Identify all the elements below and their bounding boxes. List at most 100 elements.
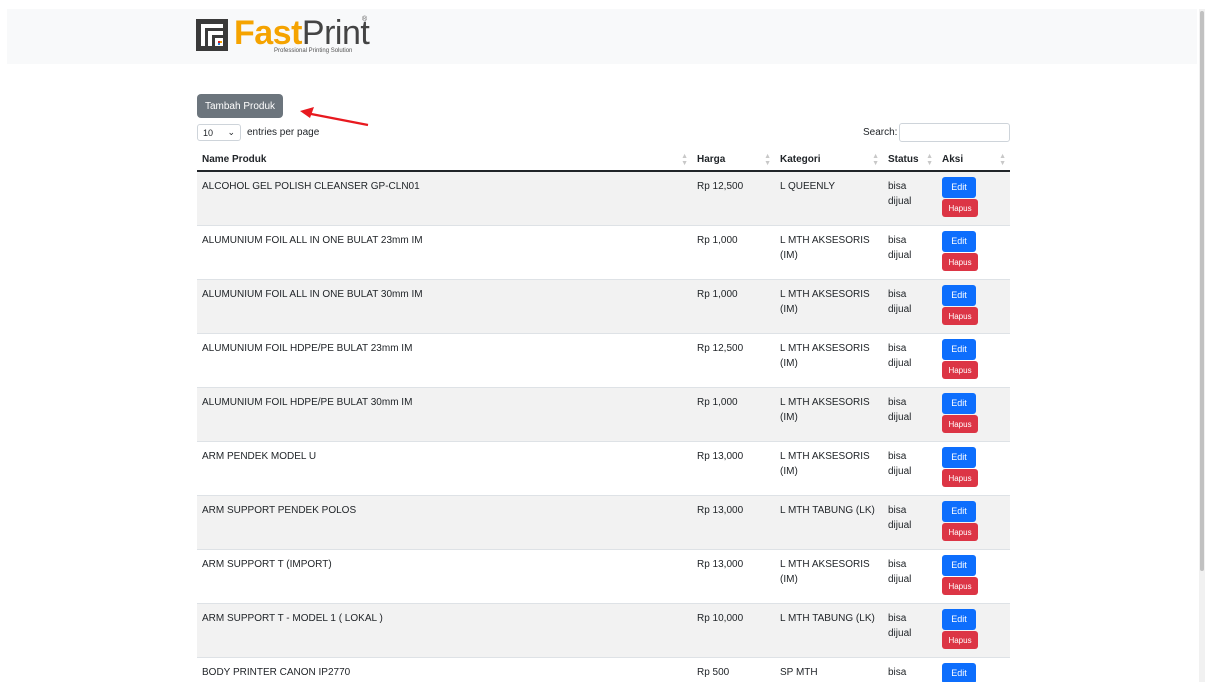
entries-per-page-select[interactable]: 10 ⌄ bbox=[197, 124, 241, 141]
sort-icon: ▲ ▼ bbox=[764, 153, 771, 167]
product-category: L MTH AKSESORIS (IM) bbox=[780, 289, 870, 315]
row-actions: Edit Hapus bbox=[937, 442, 1010, 495]
table-header-row: Name Produk ▲ ▼ Harga ▲ ▼ Kategori ▲ ▼ Stat… bbox=[197, 149, 1010, 172]
product-name: ARM SUPPORT T (IMPORT) bbox=[202, 559, 332, 570]
product-status: bisa dijual bbox=[888, 613, 912, 639]
table-row: ARM PENDEK MODEL U Rp 13,000 L MTH AKSES… bbox=[197, 442, 1010, 496]
edit-button[interactable]: Edit bbox=[942, 555, 976, 576]
edit-button[interactable]: Edit bbox=[942, 285, 976, 306]
product-price: Rp 13,000 bbox=[697, 559, 744, 570]
sort-icon: ▲ ▼ bbox=[872, 153, 879, 167]
column-header-name-label: Name Produk bbox=[202, 154, 267, 165]
length-menu: 10 ⌄ entries per page bbox=[197, 124, 319, 141]
product-status: bisa dijual bbox=[888, 451, 912, 477]
edit-button[interactable]: Edit bbox=[942, 231, 976, 252]
column-header-status[interactable]: Status ▲ ▼ bbox=[883, 149, 937, 170]
product-category: L MTH TABUNG (LK) bbox=[780, 613, 875, 624]
product-category: SP MTH SPAREPART bbox=[780, 667, 818, 678]
table-row: ALUMUNIUM FOIL HDPE/PE BULAT 23mm IM Rp … bbox=[197, 334, 1010, 388]
product-name: ARM SUPPORT T - MODEL 1 ( LOKAL ) bbox=[202, 613, 383, 624]
entries-per-page-value: 10 bbox=[203, 127, 214, 138]
column-header-category[interactable]: Kategori ▲ ▼ bbox=[775, 149, 883, 170]
product-category: L MTH AKSESORIS (IM) bbox=[780, 343, 870, 369]
product-status: bisa dijual bbox=[888, 397, 912, 423]
product-category: L MTH AKSESORIS (IM) bbox=[780, 559, 870, 585]
delete-button[interactable]: Hapus bbox=[942, 253, 978, 271]
product-category: L QUEENLY bbox=[780, 181, 836, 192]
product-price: Rp 1,000 bbox=[697, 289, 738, 300]
delete-button[interactable]: Hapus bbox=[942, 577, 978, 595]
column-header-actions-label: Aksi bbox=[942, 154, 964, 165]
delete-button[interactable]: Hapus bbox=[942, 199, 978, 217]
product-name: ALUMUNIUM FOIL ALL IN ONE BULAT 30mm IM bbox=[202, 289, 423, 300]
edit-button[interactable]: Edit bbox=[942, 177, 976, 198]
product-name: ARM PENDEK MODEL U bbox=[202, 451, 317, 462]
table-row: ALCOHOL GEL POLISH CLEANSER GP-CLN01 Rp … bbox=[197, 172, 1010, 226]
product-category: L MTH TABUNG (LK) bbox=[780, 505, 875, 516]
fastprint-logo-icon bbox=[196, 19, 228, 51]
edit-button[interactable]: Edit bbox=[942, 393, 976, 414]
product-name: BODY PRINTER CANON IP2770 bbox=[202, 667, 351, 678]
delete-button[interactable]: Hapus bbox=[942, 361, 978, 379]
sort-icon: ▲ ▼ bbox=[681, 153, 688, 167]
product-price: Rp 1,000 bbox=[697, 397, 738, 408]
product-status: bisa dijual bbox=[888, 505, 912, 531]
edit-button[interactable]: Edit bbox=[942, 501, 976, 522]
product-name: ALUMUNIUM FOIL HDPE/PE BULAT 30mm IM bbox=[202, 397, 413, 408]
column-header-price-label: Harga bbox=[697, 154, 726, 165]
product-price: Rp 13,000 bbox=[697, 505, 744, 516]
product-status: bisa dijual bbox=[888, 559, 912, 585]
product-category: L MTH AKSESORIS (IM) bbox=[780, 235, 870, 261]
table-row: ALUMUNIUM FOIL HDPE/PE BULAT 30mm IM Rp … bbox=[197, 388, 1010, 442]
product-price: Rp 10,000 bbox=[697, 613, 744, 624]
table-search: Search: bbox=[863, 123, 1011, 142]
brand-print: Print bbox=[301, 14, 370, 52]
search-input[interactable] bbox=[899, 123, 1011, 142]
scrollbar-thumb[interactable] bbox=[1200, 11, 1204, 571]
row-actions: Edit Hapus bbox=[937, 496, 1010, 549]
add-product-button[interactable]: Tambah Produk bbox=[197, 94, 283, 118]
product-name: ARM SUPPORT PENDEK POLOS bbox=[202, 505, 357, 516]
product-status: bisa dijual bbox=[888, 235, 912, 261]
row-actions: Edit Hapus bbox=[937, 226, 1010, 279]
products-table: Name Produk ▲ ▼ Harga ▲ ▼ Kategori ▲ ▼ Stat… bbox=[197, 149, 1010, 682]
edit-button[interactable]: Edit bbox=[942, 609, 976, 630]
edit-button[interactable]: Edit bbox=[942, 663, 976, 682]
edit-button[interactable]: Edit bbox=[942, 447, 976, 468]
chevron-down-icon: ⌄ bbox=[227, 127, 235, 137]
table-row: ARM SUPPORT PENDEK POLOS Rp 13,000 L MTH… bbox=[197, 496, 1010, 550]
product-price: Rp 13,000 bbox=[697, 451, 744, 462]
row-actions: Edit Hapus bbox=[937, 604, 1010, 657]
delete-button[interactable]: Hapus bbox=[942, 307, 978, 325]
page-scrollbar[interactable] bbox=[1199, 9, 1205, 682]
row-actions: Edit Hapus bbox=[937, 280, 1010, 333]
row-actions: Edit Hapus bbox=[937, 172, 1010, 225]
product-name: ALUMUNIUM FOIL HDPE/PE BULAT 23mm IM bbox=[202, 343, 413, 354]
product-name: ALUMUNIUM FOIL ALL IN ONE BULAT 23mm IM bbox=[202, 235, 423, 246]
registered-mark: ® bbox=[362, 16, 368, 23]
sort-icon: ▲ ▼ bbox=[926, 153, 933, 167]
row-actions: Edit Hapus bbox=[937, 550, 1010, 603]
table-row: BODY PRINTER CANON IP2770 Rp 500 SP MTH … bbox=[197, 658, 1010, 682]
table-row: ARM SUPPORT T (IMPORT) Rp 13,000 L MTH A… bbox=[197, 550, 1010, 604]
edit-button[interactable]: Edit bbox=[942, 339, 976, 360]
column-header-status-label: Status bbox=[888, 154, 919, 165]
product-category: L MTH AKSESORIS (IM) bbox=[780, 397, 870, 423]
table-row: ALUMUNIUM FOIL ALL IN ONE BULAT 23mm IM … bbox=[197, 226, 1010, 280]
delete-button[interactable]: Hapus bbox=[942, 415, 978, 433]
product-status: bisa bbox=[888, 667, 907, 678]
delete-button[interactable]: Hapus bbox=[942, 469, 978, 487]
row-actions: Edit Hapus bbox=[937, 334, 1010, 387]
search-label: Search: bbox=[863, 127, 898, 138]
column-header-name[interactable]: Name Produk ▲ ▼ bbox=[197, 149, 692, 170]
entries-per-page-label: entries per page bbox=[247, 127, 320, 138]
product-price: Rp 12,500 bbox=[697, 343, 744, 354]
column-header-category-label: Kategori bbox=[780, 154, 821, 165]
product-status: bisa dijual bbox=[888, 181, 912, 207]
delete-button[interactable]: Hapus bbox=[942, 631, 978, 649]
column-header-actions[interactable]: Aksi ▲ ▼ bbox=[937, 149, 1010, 170]
fastprint-logo[interactable]: FastPrint ® Professional Printing Soluti… bbox=[196, 14, 376, 60]
product-price: Rp 12,500 bbox=[697, 181, 744, 192]
column-header-price[interactable]: Harga ▲ ▼ bbox=[692, 149, 775, 170]
delete-button[interactable]: Hapus bbox=[942, 523, 978, 541]
